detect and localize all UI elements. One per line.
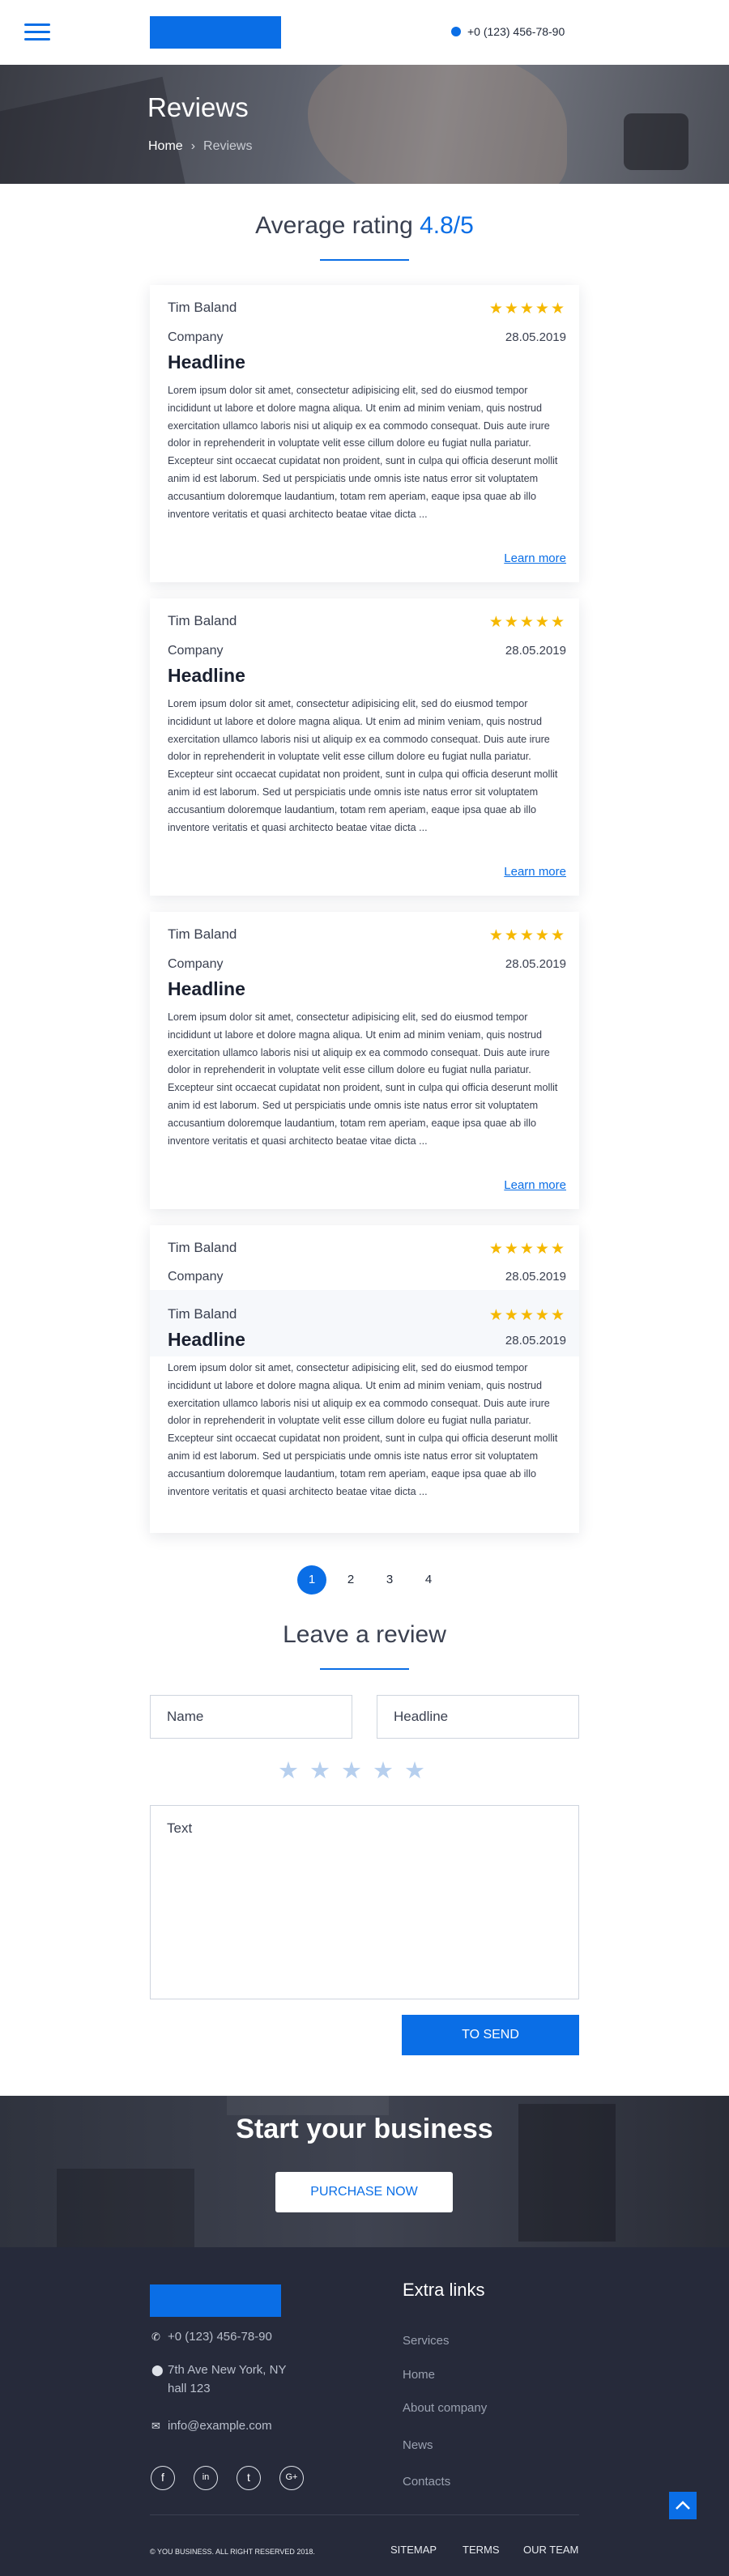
footer-divider xyxy=(150,2514,579,2515)
review-date: 28.05.2019 xyxy=(505,1334,566,1348)
review-company: Company xyxy=(168,1270,224,1284)
footer-address-line1: 7th Ave New York, NY xyxy=(168,2363,287,2377)
footer-nav-team[interactable]: OUR TEAM xyxy=(523,2544,578,2556)
average-rating-value: 4.8/5 xyxy=(420,212,474,239)
page: +0 (123) 456-78-90 Reviews Home › Reviews … xyxy=(0,0,729,2576)
page-title: Reviews xyxy=(147,92,249,122)
breadcrumb-home[interactable]: Home xyxy=(148,139,183,153)
headline-input[interactable] xyxy=(377,1695,579,1739)
reviewer-name: Tim Baland xyxy=(168,300,237,315)
linkedin-icon[interactable]: in xyxy=(194,2466,218,2490)
review-card: Tim Baland ★★★★★ Company 28.05.2019 Tim … xyxy=(150,1225,579,1533)
review-text: Lorem ipsum dolor sit amet, consectetur … xyxy=(168,385,558,520)
reviewer-name: Tim Baland xyxy=(168,1240,237,1255)
footer-email[interactable]: ✉ info@example.com xyxy=(151,2419,272,2433)
learn-more-link[interactable]: Learn more xyxy=(504,551,566,565)
footer-nav-terms[interactable]: TERMS xyxy=(463,2544,500,2556)
star-icon: ★★★★★ xyxy=(488,1307,566,1324)
reviewer-name: Tim Baland xyxy=(168,926,237,942)
review-date: 28.05.2019 xyxy=(505,330,566,344)
footer-link-contacts[interactable]: Contacts xyxy=(403,2475,450,2489)
review-card: Tim Baland ★★★★★ Company 28.05.2019 Head… xyxy=(150,285,579,582)
review-card: Tim Baland ★★★★★ Company 28.05.2019 Head… xyxy=(150,912,579,1209)
arrow-up-icon xyxy=(676,2501,690,2510)
name-input[interactable] xyxy=(150,1695,352,1739)
pagination: 1 2 3 4 xyxy=(297,1565,443,1595)
footer-address: ⬤ 7th Ave New York, NY hall 123 xyxy=(151,2363,286,2395)
reviewer-name: Tim Baland xyxy=(168,613,237,628)
footer-address-line2: hall 123 xyxy=(168,2382,211,2395)
text-area[interactable] xyxy=(150,1805,579,1999)
star-icon: ★★★★★ xyxy=(488,1241,566,1258)
learn-more-link[interactable]: Learn more xyxy=(504,1178,566,1192)
cta-section: Start your business PURCHASE NOW xyxy=(0,2096,729,2247)
twitter-icon[interactable]: t xyxy=(237,2466,261,2490)
page-2-button[interactable]: 2 xyxy=(336,1565,365,1595)
star-icon: ★★★★★ xyxy=(488,300,566,317)
page-hero: Reviews Home › Reviews xyxy=(0,65,729,184)
review-headline: Headline xyxy=(168,351,245,373)
google-plus-icon[interactable]: G+ xyxy=(279,2466,304,2490)
reviewer-name: Tim Baland xyxy=(168,1306,237,1322)
review-card: Tim Baland ★★★★★ Company 28.05.2019 Head… xyxy=(150,598,579,896)
cta-title: Start your business xyxy=(236,2114,493,2144)
star-icon: ★★★★★ xyxy=(488,614,566,631)
star-icon: ★★★★★ xyxy=(488,927,566,944)
page-1-button[interactable]: 1 xyxy=(297,1565,326,1595)
facebook-icon[interactable]: f xyxy=(151,2466,175,2490)
site-footer: ✆ +0 (123) 456-78-90 ⬤ 7th Ave New York, N… xyxy=(0,2247,729,2576)
menu-icon[interactable] xyxy=(24,23,50,41)
phone-icon: ✆ xyxy=(151,2331,160,2343)
review-company: Company xyxy=(168,330,224,344)
phone-icon xyxy=(451,27,461,36)
header-phone[interactable]: +0 (123) 456-78-90 xyxy=(451,25,565,38)
footer-phone[interactable]: ✆ +0 (123) 456-78-90 xyxy=(151,2330,272,2344)
location-icon: ⬤ xyxy=(151,2364,164,2376)
logo[interactable] xyxy=(150,16,281,49)
mail-icon: ✉ xyxy=(151,2420,160,2432)
review-text: Lorem ipsum dolor sit amet, consectetur … xyxy=(168,698,558,833)
page-4-button[interactable]: 4 xyxy=(414,1565,443,1595)
purchase-button[interactable]: PURCHASE NOW xyxy=(275,2172,453,2212)
footer-link-home[interactable]: Home xyxy=(403,2368,435,2382)
average-rating-label: Average rating xyxy=(255,212,413,239)
footer-link-about[interactable]: About company xyxy=(403,2401,487,2415)
footer-link-services[interactable]: Services xyxy=(403,2334,450,2348)
rating-stars[interactable]: ★★★★★ xyxy=(278,1756,456,1785)
review-company: Company xyxy=(168,957,224,971)
back-to-top-button[interactable] xyxy=(669,2492,697,2519)
review-headline: Headline xyxy=(168,978,245,999)
review-headline: Headline xyxy=(168,665,245,686)
extra-links-title: Extra links xyxy=(403,2280,485,2300)
copyright: © YOU BUSINESS. ALL RIGHT RESERVED 2018. xyxy=(150,2548,315,2556)
leave-review-title: Leave a review xyxy=(283,1621,446,1648)
title-underline xyxy=(320,259,409,261)
page-3-button[interactable]: 3 xyxy=(375,1565,404,1595)
average-rating: Average rating 4.8/5 xyxy=(0,212,729,240)
review-date: 28.05.2019 xyxy=(505,957,566,971)
review-company: Company xyxy=(168,644,224,658)
breadcrumb-current: Reviews xyxy=(203,139,253,153)
review-headline: Headline xyxy=(168,1329,245,1350)
review-date: 28.05.2019 xyxy=(505,1270,566,1284)
title-underline xyxy=(320,1668,409,1670)
footer-nav-sitemap[interactable]: SITEMAP xyxy=(390,2544,437,2556)
send-button[interactable]: TO SEND xyxy=(402,2015,579,2055)
footer-logo[interactable] xyxy=(150,2284,281,2317)
breadcrumb: Home › Reviews xyxy=(148,139,252,154)
footer-email-text: info@example.com xyxy=(168,2419,272,2433)
header-phone-text: +0 (123) 456-78-90 xyxy=(467,25,565,38)
learn-more-link[interactable]: Learn more xyxy=(504,865,566,879)
review-text: Lorem ipsum dolor sit amet, consectetur … xyxy=(168,1011,558,1147)
site-header: +0 (123) 456-78-90 xyxy=(0,0,729,65)
footer-phone-text: +0 (123) 456-78-90 xyxy=(168,2330,272,2344)
review-text: Lorem ipsum dolor sit amet, consectetur … xyxy=(168,1362,558,1497)
review-date: 28.05.2019 xyxy=(505,644,566,658)
footer-link-news[interactable]: News xyxy=(403,2438,433,2452)
chevron-right-icon: › xyxy=(190,139,196,153)
